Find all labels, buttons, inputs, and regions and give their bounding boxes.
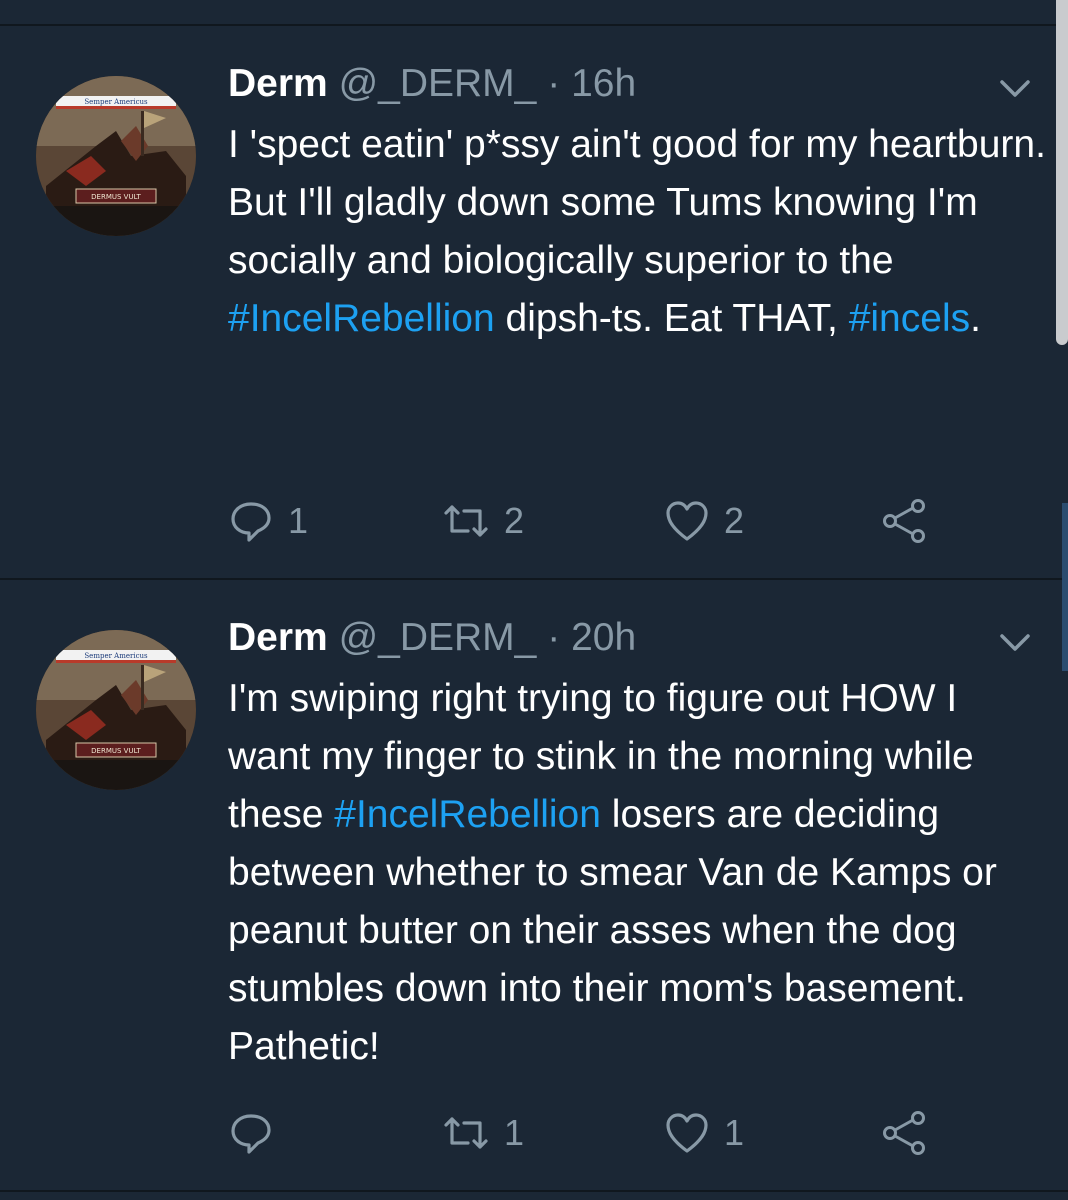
tweet-actions: 1 1 xyxy=(228,1108,968,1158)
display-name[interactable]: Derm xyxy=(228,616,328,659)
tweet-actions: 1 2 2 xyxy=(228,496,968,546)
reply-icon xyxy=(228,1110,274,1156)
reply-icon xyxy=(228,498,274,544)
avatar-bottom-text: DERMUS VULT xyxy=(91,193,141,201)
text-segment: . xyxy=(970,297,981,340)
tweet[interactable]: Semper Americus DERMUS VULT Derm @_DERM_… xyxy=(0,580,1068,1190)
retweet-count: 1 xyxy=(504,1112,525,1153)
share-icon xyxy=(880,1110,928,1156)
avatar-top-text: Semper Americus xyxy=(84,652,148,660)
reply-count: 1 xyxy=(288,500,309,541)
timestamp[interactable]: 20h xyxy=(571,616,636,659)
like-count: 2 xyxy=(724,500,745,541)
divider xyxy=(0,1190,1068,1192)
avatar[interactable]: Semper Americus DERMUS VULT xyxy=(36,76,196,236)
retweet-icon xyxy=(442,1113,490,1153)
scroll-indicator xyxy=(1062,503,1068,671)
text-segment: I 'spect eatin' p*ssy ain't good for my … xyxy=(228,123,1046,282)
tweet-header: Derm @_DERM_ · 20h xyxy=(228,614,636,662)
like-count: 1 xyxy=(724,1112,745,1153)
timeline: Semper Americus DERMUS VULT Derm @_DERM_… xyxy=(0,0,1068,1200)
share-button[interactable] xyxy=(880,496,928,546)
user-handle[interactable]: @_DERM_ xyxy=(339,616,537,659)
like-icon xyxy=(664,499,710,543)
like-button[interactable]: 1 xyxy=(664,1108,744,1158)
retweet-icon xyxy=(442,501,490,541)
tweet[interactable]: Semper Americus DERMUS VULT Derm @_DERM_… xyxy=(0,26,1068,578)
like-icon xyxy=(664,1111,710,1155)
separator: · xyxy=(547,616,561,659)
tweet-text: I'm swiping right trying to figure out H… xyxy=(228,670,1048,1076)
timestamp[interactable]: 16h xyxy=(571,62,636,105)
avatar[interactable]: Semper Americus DERMUS VULT xyxy=(36,630,196,790)
retweet-button[interactable]: 2 xyxy=(442,496,524,546)
tweet-header: Derm @_DERM_ · 16h xyxy=(228,60,636,108)
reply-button[interactable] xyxy=(228,1108,288,1158)
reply-button[interactable]: 1 xyxy=(228,496,308,546)
like-button[interactable]: 2 xyxy=(664,496,744,546)
share-button[interactable] xyxy=(880,1108,928,1158)
retweet-count: 2 xyxy=(504,500,525,541)
separator: · xyxy=(547,62,561,105)
text-segment: dipsh-ts. Eat THAT, xyxy=(494,297,849,340)
user-handle[interactable]: @_DERM_ xyxy=(339,62,537,105)
display-name[interactable]: Derm xyxy=(228,62,328,105)
avatar-bottom-text: DERMUS VULT xyxy=(91,747,141,755)
hashtag-link[interactable]: #IncelRebellion xyxy=(228,297,495,340)
share-icon xyxy=(880,498,928,544)
scrollbar[interactable] xyxy=(1056,0,1068,345)
retweet-button[interactable]: 1 xyxy=(442,1108,524,1158)
tweet-text: I 'spect eatin' p*ssy ain't good for my … xyxy=(228,116,1048,348)
chevron-down-icon[interactable] xyxy=(998,76,1032,100)
chevron-down-icon[interactable] xyxy=(998,630,1032,654)
hashtag-link[interactable]: #incels xyxy=(849,297,970,340)
hashtag-link[interactable]: #IncelRebellion xyxy=(334,793,601,836)
avatar-top-text: Semper Americus xyxy=(84,98,148,106)
